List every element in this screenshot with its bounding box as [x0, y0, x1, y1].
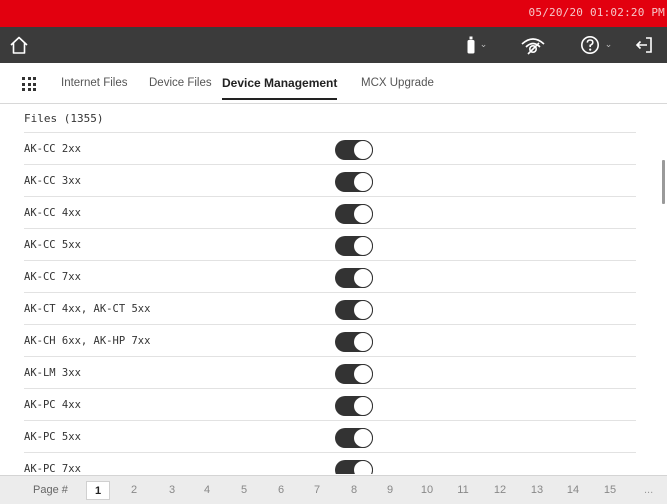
list-item-label: AK-CC 5xx [24, 239, 81, 251]
toolbar: ⌄ ⌄ [0, 27, 667, 63]
enable-toggle[interactable] [335, 364, 373, 384]
enable-toggle[interactable] [335, 172, 373, 192]
tab-device-management[interactable]: Device Management [222, 63, 338, 104]
list-item-label: AK-CC 7xx [24, 271, 81, 283]
scrollbar[interactable] [662, 160, 665, 204]
list-item-label: AK-CH 6xx, AK-HP 7xx [24, 335, 151, 347]
list-item-label: AK-PC 5xx [24, 431, 81, 443]
page-15[interactable]: 15 [598, 476, 622, 504]
page-8[interactable]: 8 [342, 476, 366, 504]
signal-icon[interactable] [514, 27, 552, 63]
enable-toggle[interactable] [335, 396, 373, 416]
page-2[interactable]: 2 [122, 476, 146, 504]
logout-icon[interactable] [630, 27, 658, 63]
page-13[interactable]: 13 [525, 476, 549, 504]
help-menu-button[interactable]: ⌄ [578, 27, 614, 63]
page-4[interactable]: 4 [195, 476, 219, 504]
tab-internet-files[interactable]: Internet Files [61, 63, 127, 104]
list-item-label: AK-LM 3xx [24, 367, 81, 379]
list-item: AK-PC 7xx [24, 453, 636, 474]
enable-toggle[interactable] [335, 332, 373, 352]
list-item: AK-CC 3xx [24, 165, 636, 197]
clock: 05/20/20 01:02:20 PM [528, 6, 665, 19]
usb-menu-button[interactable]: ⌄ [460, 27, 494, 63]
enable-toggle[interactable] [335, 268, 373, 288]
enable-toggle[interactable] [335, 236, 373, 256]
usb-icon [467, 36, 475, 54]
list-item-label: AK-CT 4xx, AK-CT 5xx [24, 303, 151, 315]
enable-toggle[interactable] [335, 428, 373, 448]
pagination: Page # 1 2 3 4 5 6 7 8 9 10 11 12 13 14 … [0, 475, 667, 504]
enable-toggle[interactable] [335, 300, 373, 320]
list-item-label: AK-CC 3xx [24, 175, 81, 187]
page-14[interactable]: 14 [561, 476, 585, 504]
device-file-list: Files (1355) AK-CC 2xx AK-CC 3xx AK-CC 4… [0, 104, 667, 474]
page-6[interactable]: 6 [269, 476, 293, 504]
list-item-label: AK-PC 4xx [24, 399, 81, 411]
list-item: AK-LM 3xx [24, 357, 636, 389]
chevron-down-icon: ⌄ [479, 39, 488, 50]
tab-bar: Internet Files Device Files Device Manag… [0, 63, 667, 104]
files-count-header: Files (1355) [24, 104, 636, 133]
page-10[interactable]: 10 [415, 476, 439, 504]
help-icon [580, 36, 599, 54]
list-item-label: AK-CC 2xx [24, 143, 81, 155]
page-5[interactable]: 5 [232, 476, 256, 504]
list-item: AK-CC 5xx [24, 229, 636, 261]
list-item: AK-CT 4xx, AK-CT 5xx [24, 293, 636, 325]
page-1[interactable]: 1 [86, 481, 110, 500]
page-12[interactable]: 12 [488, 476, 512, 504]
more-pages[interactable]: ... [644, 476, 653, 504]
tab-mcx-upgrade[interactable]: MCX Upgrade [361, 63, 434, 104]
tab-device-files[interactable]: Device Files [149, 63, 212, 104]
enable-toggle[interactable] [335, 460, 373, 474]
enable-toggle[interactable] [335, 140, 373, 160]
page-9[interactable]: 9 [378, 476, 402, 504]
chevron-down-icon: ⌄ [604, 39, 613, 50]
home-icon[interactable] [6, 27, 32, 63]
list-item-label: AK-CC 4xx [24, 207, 81, 219]
list-item: AK-PC 5xx [24, 421, 636, 453]
page-7[interactable]: 7 [305, 476, 329, 504]
page-11[interactable]: 11 [451, 476, 475, 504]
apps-grid-icon[interactable] [22, 77, 36, 91]
list-item: AK-PC 4xx [24, 389, 636, 421]
list-item: AK-CC 2xx [24, 133, 636, 165]
list-item: AK-CC 4xx [24, 197, 636, 229]
list-item-label: AK-PC 7xx [24, 463, 81, 474]
page-3[interactable]: 3 [160, 476, 184, 504]
enable-toggle[interactable] [335, 204, 373, 224]
status-bar: 05/20/20 01:02:20 PM [0, 0, 667, 27]
page-label: Page # [33, 484, 68, 496]
list-item: AK-CH 6xx, AK-HP 7xx [24, 325, 636, 357]
list-item: AK-CC 7xx [24, 261, 636, 293]
